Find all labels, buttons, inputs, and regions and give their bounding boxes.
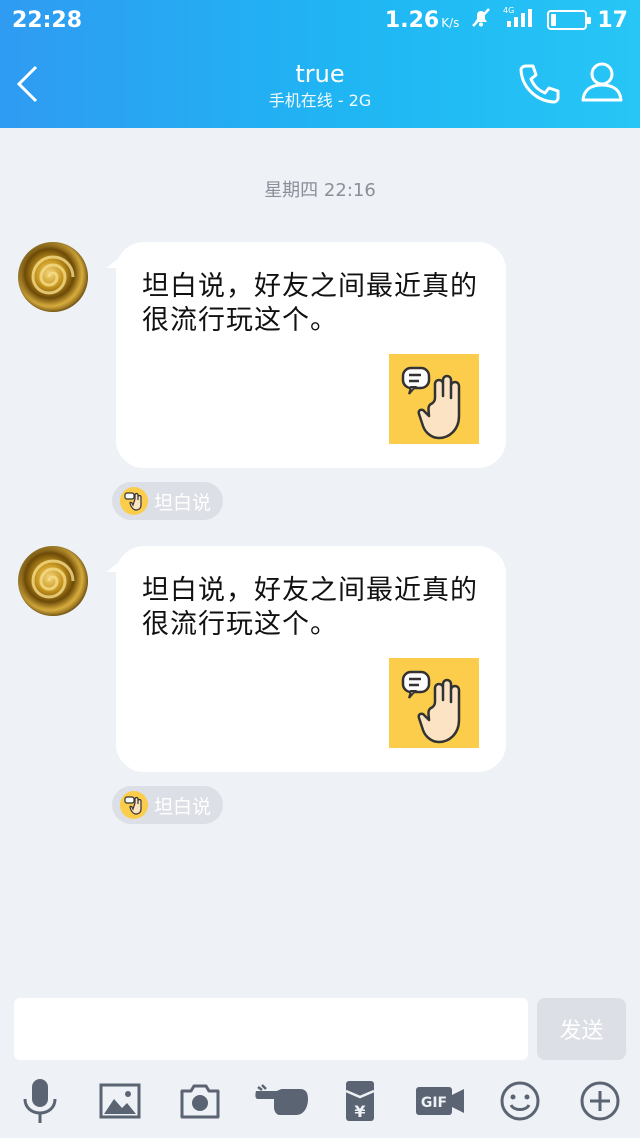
time-divider: 星期四 22:16 (264, 180, 376, 201)
signal-icon: 4G (503, 5, 537, 35)
yen-label: ¥ (354, 1102, 365, 1121)
tag-label: 坦白说 (154, 491, 212, 514)
hand-chat-icon (401, 366, 461, 440)
mute-notification-icon (469, 5, 493, 35)
pointing-hand-icon (255, 1084, 308, 1115)
send-button[interactable]: 发送 (537, 998, 626, 1060)
tanbaishuo-tag[interactable]: 坦白说 (112, 786, 224, 824)
camera-icon (180, 1084, 220, 1119)
smiley-icon (500, 1081, 540, 1121)
battery-fill (551, 14, 557, 26)
tanbaishuo-tag[interactable]: 坦白说 (112, 482, 224, 520)
hand-mini-icon (120, 791, 148, 819)
avatar[interactable] (18, 546, 88, 616)
hand-sticker-image[interactable] (389, 658, 479, 748)
chat-area[interactable]: 星期四 22:16 坦白说，好友之间最近真的很流行玩这个。 坦白说 坦白说，好友… (0, 128, 640, 988)
gif-icon: GIF (416, 1087, 464, 1115)
input-bar: 发送 ¥ GIF (0, 988, 640, 1138)
camera-button[interactable] (174, 1076, 226, 1126)
user-icon (581, 62, 623, 102)
gif-button[interactable]: GIF (414, 1076, 466, 1126)
status-time: 22:28 (12, 7, 83, 33)
image-icon (99, 1083, 141, 1119)
status-bar: 22:28 1.26 K/s 4G 17 (0, 0, 640, 40)
red-packet-button[interactable]: ¥ (334, 1076, 386, 1126)
network-speed: 1.26 K/s (384, 7, 460, 33)
status-indicators: 1.26 K/s 4G 17 (385, 5, 628, 35)
microphone-icon (23, 1079, 57, 1123)
battery-icon (547, 10, 592, 30)
message-input[interactable] (14, 998, 528, 1060)
gif-label: GIF (421, 1095, 447, 1111)
network-type-label: 4G (503, 6, 514, 15)
phone-icon (519, 64, 560, 104)
message-bubble[interactable]: 坦白说，好友之间最近真的很流行玩这个。 (106, 546, 506, 772)
profile-button[interactable] (578, 58, 626, 106)
input-toolbar: ¥ GIF (0, 1076, 640, 1126)
message-text: 坦白说，好友之间最近真的很流行玩这个。 (142, 575, 478, 640)
avatar[interactable] (18, 242, 88, 312)
battery-percent: 17 (597, 7, 628, 33)
call-button[interactable] (514, 60, 562, 108)
hand-sticker-image[interactable] (389, 354, 479, 444)
message-text: 坦白说，好友之间最近真的很流行玩这个。 (142, 271, 478, 336)
plus-circle-icon (580, 1081, 620, 1121)
poke-button[interactable] (254, 1076, 310, 1126)
emoji-button[interactable] (494, 1076, 546, 1126)
red-packet-icon: ¥ (345, 1081, 375, 1121)
hand-mini-icon (120, 487, 148, 515)
voice-button[interactable] (14, 1076, 66, 1126)
avatar-swirl-image (31, 255, 75, 295)
hand-chat-icon (401, 670, 461, 744)
chat-header: 22:28 1.26 K/s 4G 17 true 手机在线 - 2G (0, 0, 640, 128)
avatar-swirl-image (31, 559, 75, 599)
more-button[interactable] (574, 1076, 626, 1126)
message-bubble[interactable]: 坦白说，好友之间最近真的很流行玩这个。 (106, 242, 506, 468)
image-button[interactable] (94, 1076, 146, 1126)
tag-label: 坦白说 (154, 795, 212, 818)
